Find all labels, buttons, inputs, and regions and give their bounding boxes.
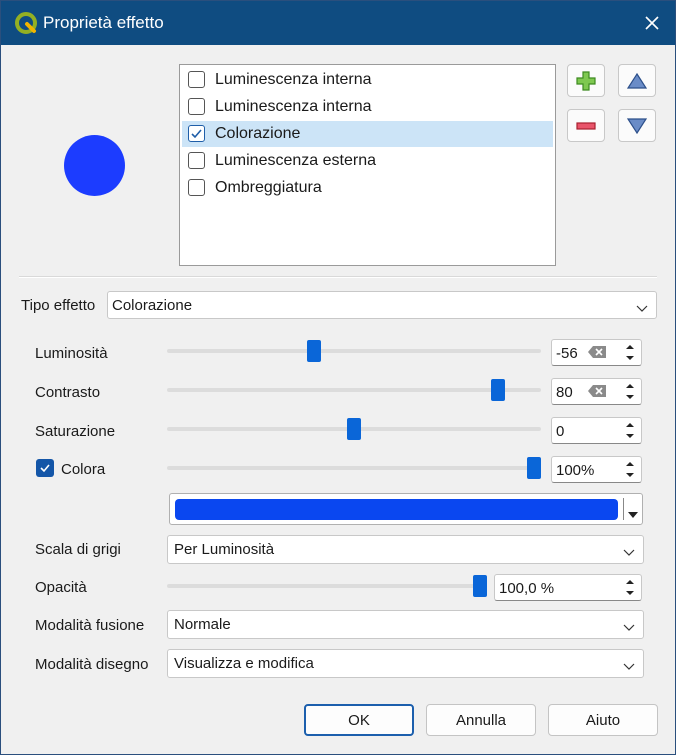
spin-down-icon[interactable] <box>621 392 639 402</box>
close-icon <box>645 16 659 30</box>
move-down-button[interactable] <box>618 109 656 142</box>
effect-item-3[interactable]: Colorazione <box>182 121 553 147</box>
contrast-label: Contrasto <box>35 384 101 401</box>
saturation-slider-handle[interactable] <box>347 418 361 440</box>
effect-label: Luminescenza interna <box>215 71 372 88</box>
checkmark-icon <box>191 129 202 139</box>
effect-item-4[interactable]: Luminescenza esterna <box>182 148 553 174</box>
saturation-value: 0 <box>556 423 565 440</box>
chevron-down-icon <box>623 658 635 675</box>
arrow-down-icon <box>626 117 648 134</box>
spin-up-icon[interactable] <box>621 577 639 587</box>
contrast-spinbox[interactable]: 80 <box>551 378 642 405</box>
spin-down-icon[interactable] <box>621 431 639 441</box>
colorize-slider-handle[interactable] <box>527 457 541 479</box>
qgis-logo-icon <box>15 12 37 34</box>
plus-icon <box>576 70 596 91</box>
effect-label: Luminescenza esterna <box>215 152 376 169</box>
spin-up-icon[interactable] <box>621 381 639 391</box>
effect-type-combo[interactable]: Colorazione <box>107 291 657 319</box>
dialog-window: Proprietà effetto Luminescenza interna L… <box>0 0 676 755</box>
checkmark-icon <box>40 464 50 473</box>
clear-icon[interactable] <box>587 345 607 363</box>
effect-checkbox[interactable] <box>188 152 205 169</box>
effect-label: Ombreggiatura <box>215 179 322 196</box>
effect-checkbox[interactable] <box>188 125 205 142</box>
saturation-label: Saturazione <box>35 423 116 440</box>
chevron-down-icon <box>623 619 635 636</box>
effect-item-1[interactable]: Luminescenza interna <box>182 67 553 93</box>
colorize-slider-track[interactable] <box>167 466 541 470</box>
effect-item-5[interactable]: Ombreggiatura <box>182 175 553 201</box>
chevron-down-icon <box>636 300 648 317</box>
opacity-value: 100,0 % <box>499 580 555 597</box>
spin-down-icon[interactable] <box>621 353 639 363</box>
spin-up-icon[interactable] <box>621 342 639 352</box>
effects-list[interactable]: Luminescenza interna Luminescenza intern… <box>179 64 556 266</box>
effect-label: Luminescenza interna <box>215 98 372 115</box>
grayscale-combo[interactable]: Per Luminosità <box>167 535 644 564</box>
add-effect-button[interactable] <box>567 64 605 97</box>
effect-type-value: Colorazione <box>112 297 193 314</box>
spin-down-icon[interactable] <box>621 588 639 598</box>
grayscale-value: Per Luminosità <box>174 541 275 558</box>
brightness-slider-handle[interactable] <box>307 340 321 362</box>
colorize-strength-value: 100% <box>556 462 595 479</box>
blend-mode-label: Modalità fusione <box>35 617 145 634</box>
blend-mode-combo[interactable]: Normale <box>167 610 644 639</box>
effect-item-2[interactable]: Luminescenza interna <box>182 94 553 120</box>
cancel-button[interactable]: Annulla <box>426 704 536 736</box>
help-button[interactable]: Aiuto <box>548 704 658 736</box>
opacity-spinbox[interactable]: 100,0 % <box>494 574 642 601</box>
effect-checkbox[interactable] <box>188 179 205 196</box>
dropdown-arrow-icon[interactable] <box>628 505 638 522</box>
draw-mode-combo[interactable]: Visualizza e modifica <box>167 649 644 678</box>
blend-mode-value: Normale <box>174 616 231 633</box>
colorize-label: Colora <box>61 461 106 478</box>
arrow-up-icon <box>626 72 648 89</box>
move-up-button[interactable] <box>618 64 656 97</box>
remove-effect-button[interactable] <box>567 109 605 142</box>
effect-label: Colorazione <box>215 125 301 142</box>
grayscale-label: Scala di grigi <box>35 541 121 558</box>
brightness-spinbox[interactable]: -56 <box>551 339 642 366</box>
spin-down-icon[interactable] <box>621 470 639 480</box>
contrast-slider-handle[interactable] <box>491 379 505 401</box>
brightness-label: Luminosità <box>35 345 108 362</box>
effect-type-label: Tipo effetto <box>21 297 96 314</box>
spin-up-icon[interactable] <box>621 420 639 430</box>
opacity-slider-track[interactable] <box>167 584 485 588</box>
chevron-down-icon <box>623 544 635 561</box>
effect-preview <box>64 135 125 196</box>
contrast-value: 80 <box>556 384 573 401</box>
ok-button[interactable]: OK <box>304 704 414 736</box>
brightness-slider-track[interactable] <box>167 349 541 353</box>
title-bar: Proprietà effetto <box>1 1 675 45</box>
effect-checkbox[interactable] <box>188 71 205 88</box>
draw-mode-label: Modalità disegno <box>35 656 149 673</box>
opacity-label: Opacità <box>35 579 87 596</box>
clear-icon[interactable] <box>587 384 607 402</box>
opacity-slider-handle[interactable] <box>473 575 487 597</box>
saturation-spinbox[interactable]: 0 <box>551 417 642 444</box>
draw-mode-value: Visualizza e modifica <box>174 655 314 672</box>
color-swatch <box>175 499 618 520</box>
window-title: Proprietà effetto <box>43 13 164 32</box>
separator <box>19 276 657 278</box>
spin-up-icon[interactable] <box>621 459 639 469</box>
effect-checkbox[interactable] <box>188 98 205 115</box>
color-picker-button[interactable] <box>169 493 643 525</box>
colorize-checkbox[interactable] <box>36 459 54 477</box>
close-button[interactable] <box>629 1 675 45</box>
colorize-strength-spinbox[interactable]: 100% <box>551 456 642 483</box>
brightness-value: -56 <box>556 345 578 362</box>
minus-icon <box>576 121 596 130</box>
contrast-slider-track[interactable] <box>167 388 541 392</box>
